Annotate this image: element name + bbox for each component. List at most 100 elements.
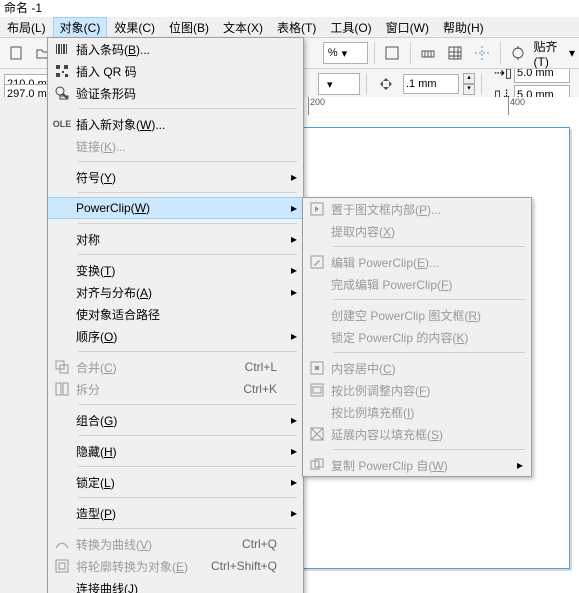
submenu-arrow-icon: ▸	[291, 413, 297, 427]
menu-object[interactable]: 对象(C)	[53, 17, 108, 38]
editpc-icon	[303, 251, 331, 273]
menu-separator	[78, 466, 297, 467]
show-guides-icon[interactable]	[471, 40, 494, 66]
menu-item[interactable]: 验证条形码	[48, 82, 303, 104]
menu-item-label: 内容居中(C)	[331, 360, 523, 377]
snap-button[interactable]: 贴齐(T)▾	[534, 38, 575, 69]
menu-separator	[333, 299, 525, 300]
menu-text[interactable]: 文本(X)	[216, 17, 270, 38]
menu-bitmap[interactable]: 位图(B)	[162, 17, 216, 38]
menu-item: 按比例填充框(I)	[303, 401, 531, 423]
menu-item: 内容居中(C)	[303, 357, 531, 379]
blank-icon	[48, 440, 76, 462]
menu-item-label: 组合(G)	[76, 412, 295, 429]
menu-layout[interactable]: 布局(L)	[0, 17, 53, 38]
menu-window[interactable]: 窗口(W)	[379, 17, 436, 38]
menu-item[interactable]: 隐藏(H)▸	[48, 440, 303, 462]
menu-separator	[78, 108, 297, 109]
menu-item[interactable]: 对称▸	[48, 228, 303, 250]
menu-item[interactable]: 插入 QR 码	[48, 60, 303, 82]
menu-item: 提取内容(X)	[303, 220, 531, 242]
blank-icon	[48, 135, 76, 157]
show-grid-icon[interactable]	[444, 40, 467, 66]
menu-separator	[78, 161, 297, 162]
menu-item-label: 验证条形码	[76, 85, 295, 102]
blank-icon	[48, 166, 76, 188]
menu-help[interactable]: 帮助(H)	[436, 17, 491, 38]
fullscreen-icon[interactable]	[381, 40, 404, 66]
menu-item: 锁定 PowerClip 的内容(K)	[303, 326, 531, 348]
menu-item[interactable]: OLE插入新对象(W)...	[48, 113, 303, 135]
show-rulers-icon[interactable]	[417, 40, 440, 66]
submenu-arrow-icon: ▸	[291, 232, 297, 246]
submenu-arrow-icon: ▸	[291, 201, 297, 215]
menu-item: 按比例调整内容(F)	[303, 379, 531, 401]
menu-item-label: 按比例调整内容(F)	[331, 382, 523, 399]
menu-item-label: 置于图文框内部(P)...	[331, 201, 523, 218]
menu-item-label: 对称	[76, 231, 295, 248]
blank-icon	[48, 281, 76, 303]
ole-icon: OLE	[48, 113, 76, 135]
menu-item-label: 连接曲线(J)	[76, 580, 295, 593]
blank-icon	[48, 259, 76, 281]
menu-item-label: 锁定(L)	[76, 474, 295, 491]
menu-effects[interactable]: 效果(C)	[107, 17, 162, 38]
separator	[374, 42, 375, 64]
menu-separator	[78, 528, 297, 529]
window-title: 命名 -1	[0, 0, 579, 17]
menu-item-label: PowerClip(W)	[76, 201, 295, 215]
menu-item[interactable]: 组合(G)▸	[48, 409, 303, 431]
menu-item-label: 造型(P)	[76, 505, 295, 522]
menu-item[interactable]: 锁定(L)▸	[48, 471, 303, 493]
menu-item-label: 复制 PowerClip 自(W)	[331, 457, 517, 474]
menu-item-label: 提取内容(X)	[331, 223, 523, 240]
nudge-field[interactable]: .1 mm	[403, 74, 459, 94]
submenu-arrow-icon: ▸	[291, 285, 297, 299]
menu-separator	[78, 497, 297, 498]
menu-item-label: 转换为曲线(V)	[76, 536, 209, 553]
menu-item: 将轮廓转换为对象(E)Ctrl+Shift+Q	[48, 555, 303, 577]
blank-icon	[48, 228, 76, 250]
units-combo[interactable]: ▾	[318, 73, 360, 95]
copypc-icon	[303, 454, 331, 476]
submenu-arrow-icon: ▸	[291, 263, 297, 277]
tocurve-icon	[48, 533, 76, 555]
blank-icon	[48, 409, 76, 431]
menu-item[interactable]: 顺序(O)▸	[48, 325, 303, 347]
nudge-icon[interactable]	[373, 71, 399, 97]
menu-item-label: 将轮廓转换为对象(E)	[76, 558, 209, 575]
menu-separator	[78, 192, 297, 193]
menu-item[interactable]: 使对象适合路径	[48, 303, 303, 325]
zoom-combo[interactable]: %▾	[323, 42, 368, 64]
menu-item[interactable]: 符号(Y)▸	[48, 166, 303, 188]
menu-item[interactable]: 连接曲线(J)	[48, 577, 303, 593]
menu-item[interactable]: PowerClip(W)▸	[48, 197, 303, 219]
menu-table[interactable]: 表格(T)	[270, 17, 323, 38]
menu-item-label: 使对象适合路径	[76, 306, 295, 323]
menu-item-accel: Ctrl+L	[209, 360, 295, 374]
outline-icon	[48, 555, 76, 577]
object-menu-dropdown: 插入条码(B)... 插入 QR 码验证条形码 OLE插入新对象(W)...链接(K…	[47, 37, 304, 593]
menu-item[interactable]: 插入条码(B)...	[48, 38, 303, 60]
blank-icon	[303, 273, 331, 295]
nudge-spinner[interactable]: ▴▾	[463, 73, 475, 95]
menu-item: 链接(K)...	[48, 135, 303, 157]
menu-item: 复制 PowerClip 自(W)▸	[303, 454, 531, 476]
menu-separator	[78, 254, 297, 255]
menu-item: 置于图文框内部(P)...	[303, 198, 531, 220]
menu-tools[interactable]: 工具(O)	[323, 17, 378, 38]
menu-item[interactable]: 造型(P)▸	[48, 502, 303, 524]
menu-item-label: 插入条码(B)...	[76, 41, 295, 58]
placein-icon	[303, 198, 331, 220]
submenu-arrow-icon: ▸	[291, 475, 297, 489]
separator	[366, 73, 367, 95]
snap-settings-icon[interactable]	[507, 40, 530, 66]
menu-item[interactable]: 变换(T)▸	[48, 259, 303, 281]
menu-item[interactable]: 对齐与分布(A)▸	[48, 281, 303, 303]
new-icon[interactable]	[4, 40, 27, 66]
toolbox	[0, 97, 49, 593]
blank-icon	[48, 502, 76, 524]
blank-icon	[303, 220, 331, 242]
menu-bar: 布局(L) 对象(C) 效果(C) 位图(B) 文本(X) 表格(T) 工具(O…	[0, 17, 579, 38]
barcode-icon	[48, 38, 76, 60]
